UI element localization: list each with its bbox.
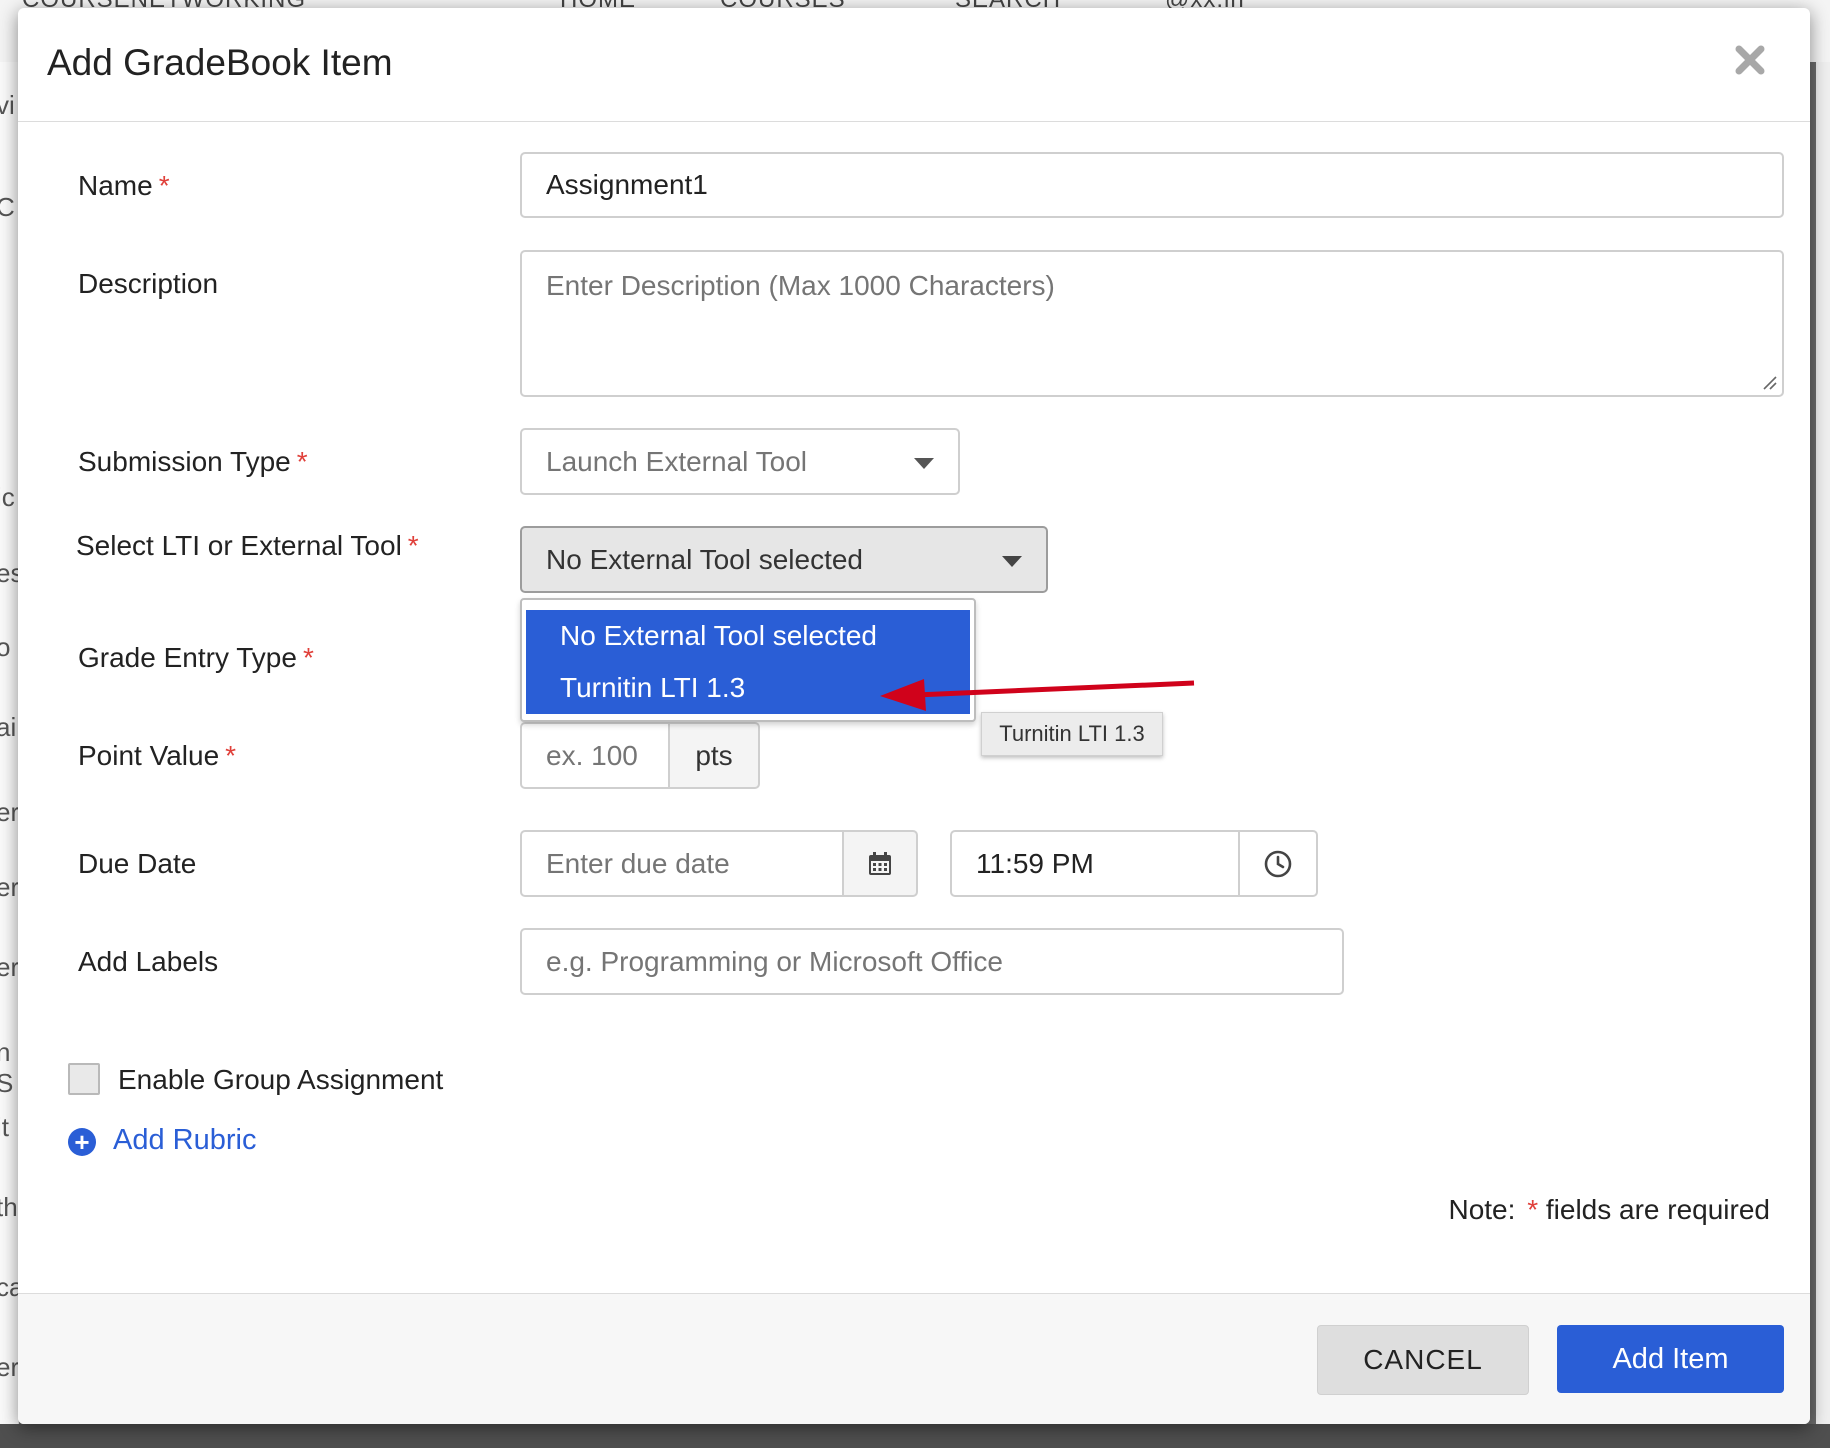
chevron-down-icon (914, 458, 934, 469)
description-label: Description (78, 268, 219, 299)
chevron-down-icon (1002, 556, 1022, 567)
required-marker: * (1527, 1194, 1539, 1225)
submission-type-value: Launch External Tool (546, 445, 807, 477)
required-marker: * (407, 530, 419, 561)
point-value-input[interactable]: ex. 100 (520, 722, 670, 789)
submission-type-label-text: Submission Type (78, 446, 291, 477)
plus-circle-icon[interactable]: + (68, 1128, 96, 1156)
submission-type-select[interactable]: Launch External Tool (520, 428, 960, 495)
name-label-text: Name (78, 170, 153, 201)
bg-text: er (0, 952, 20, 982)
note-prefix: Note: (1448, 1194, 1516, 1225)
name-label: Name * (78, 170, 170, 202)
due-time-input[interactable]: 11:59 PM (950, 830, 1240, 897)
background-right-edge (1816, 62, 1830, 1448)
labels-input[interactable]: e.g. Programming or Microsoft Office (520, 928, 1344, 995)
grade-entry-type-label: Grade Entry Type * (78, 642, 314, 674)
bg-text: er (0, 797, 20, 827)
submission-type-label: Submission Type * (78, 446, 308, 478)
due-time-value: 11:59 PM (976, 847, 1094, 879)
bg-text: th (0, 1192, 18, 1222)
time-picker-button[interactable] (1238, 830, 1318, 897)
due-date-label: Due Date (78, 848, 197, 879)
required-fields-note: Note: * fields are required (1448, 1194, 1770, 1226)
calendar-icon (869, 851, 891, 875)
point-value-label: Point Value * (78, 740, 236, 772)
add-gradebook-item-modal: Add GradeBook Item Name * Assignment1 Des… (18, 8, 1810, 1424)
bg-text: it (0, 1112, 9, 1142)
calendar-button[interactable] (842, 830, 918, 897)
close-button[interactable] (1728, 38, 1772, 82)
modal-footer: CANCEL Add Item (18, 1293, 1810, 1424)
bg-text: n S (0, 1037, 14, 1098)
bg-text: er (0, 872, 20, 902)
background-left-edge: vi C ic es o ai er er er n S it th ca er (0, 62, 23, 1448)
bg-text: ic (0, 482, 15, 512)
due-date-input[interactable]: Enter due date (520, 830, 844, 897)
bg-text: ai (0, 712, 17, 742)
modal-title: Add GradeBook Item (47, 42, 393, 83)
annotation-arrow-icon (880, 679, 1195, 711)
lti-tool-label-text: Select LTI or External Tool (76, 530, 402, 561)
group-assignment-checkbox[interactable] (68, 1063, 100, 1095)
cancel-button[interactable]: CANCEL (1317, 1325, 1529, 1395)
add-item-button[interactable]: Add Item (1557, 1325, 1784, 1393)
modal-header: Add GradeBook Item (18, 8, 1810, 122)
point-value-placeholder: ex. 100 (546, 739, 638, 771)
close-icon (1735, 45, 1765, 75)
resize-handle-icon[interactable] (1760, 373, 1778, 391)
bg-text: er (0, 1352, 20, 1382)
required-marker: * (225, 740, 237, 771)
clock-icon (1264, 850, 1292, 877)
labels-placeholder: e.g. Programming or Microsoft Office (546, 945, 1003, 977)
lti-tool-select[interactable]: No External Tool selected (520, 526, 1048, 593)
add-labels-label: Add Labels (78, 946, 219, 977)
group-assignment-label: Enable Group Assignment (118, 1064, 444, 1095)
lti-tool-value: No External Tool selected (546, 543, 863, 575)
dropdown-option[interactable]: No External Tool selected (526, 610, 970, 662)
bg-text: vi (0, 90, 15, 120)
background-bottom-edge (0, 1424, 1830, 1448)
description-placeholder: Enter Description (Max 1000 Characters) (546, 270, 1055, 301)
name-input-value: Assignment1 (546, 169, 708, 200)
note-suffix: fields are required (1545, 1194, 1770, 1225)
bg-text: o (0, 632, 11, 662)
option-tooltip: Turnitin LTI 1.3 (981, 712, 1163, 756)
due-date-placeholder: Enter due date (546, 847, 730, 879)
bg-text: C (0, 192, 15, 222)
add-rubric-link[interactable]: Add Rubric (113, 1124, 256, 1157)
lti-tool-label: Select LTI or External Tool * (76, 530, 419, 562)
grade-entry-type-label-text: Grade Entry Type (78, 642, 297, 673)
name-input[interactable]: Assignment1 (520, 152, 1784, 218)
point-value-label-text: Point Value (78, 740, 220, 771)
points-unit-addon: pts (668, 722, 760, 789)
required-marker: * (158, 170, 170, 201)
required-marker: * (302, 642, 314, 673)
required-marker: * (296, 446, 308, 477)
description-textarea[interactable]: Enter Description (Max 1000 Characters) (520, 250, 1784, 397)
